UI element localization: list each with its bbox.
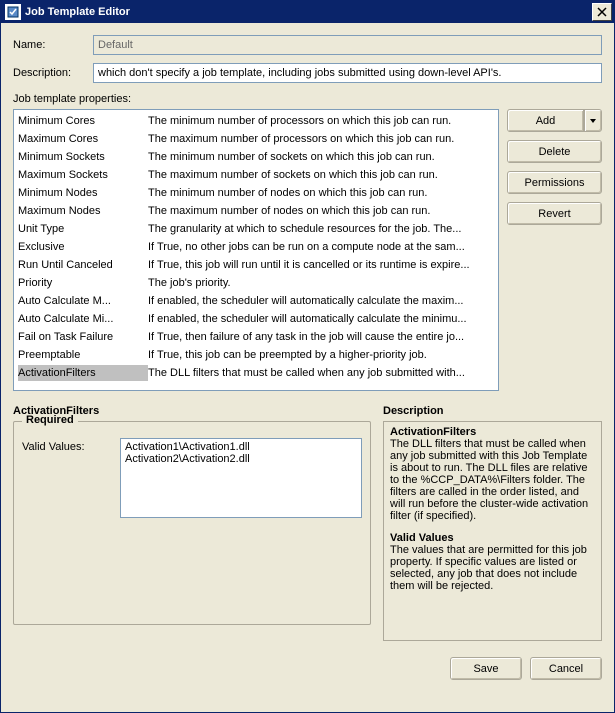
property-row[interactable]: Auto Calculate M...If enabled, the sched… <box>16 292 496 310</box>
save-button[interactable]: Save <box>450 657 522 680</box>
property-name: Maximum Sockets <box>18 167 148 183</box>
delete-button[interactable]: Delete <box>507 140 602 163</box>
property-row[interactable]: Run Until CanceledIf True, this job will… <box>16 256 496 274</box>
add-dropdown[interactable] <box>584 109 602 132</box>
property-desc: The minimum number of sockets on which t… <box>148 149 494 165</box>
property-desc: If True, this job will run until it is c… <box>148 257 494 273</box>
property-desc: The job's priority. <box>148 275 494 291</box>
property-desc: If True, no other jobs can be run on a c… <box>148 239 494 255</box>
property-row[interactable]: Minimum NodesThe minimum number of nodes… <box>16 184 496 202</box>
cancel-button[interactable]: Cancel <box>530 657 602 680</box>
property-name: Minimum Sockets <box>18 149 148 165</box>
property-row[interactable]: Maximum NodesThe maximum number of nodes… <box>16 202 496 220</box>
description-input[interactable] <box>93 63 602 83</box>
property-row[interactable]: PriorityThe job's priority. <box>16 274 496 292</box>
property-desc: The minimum number of nodes on which thi… <box>148 185 494 201</box>
add-button-split[interactable]: Add <box>507 109 602 132</box>
valid-values-input[interactable] <box>120 438 362 518</box>
property-desc: The minimum number of processors on whic… <box>148 113 494 129</box>
properties-label: Job template properties: <box>13 93 602 105</box>
add-button[interactable]: Add <box>507 109 584 132</box>
property-name: Priority <box>18 275 148 291</box>
property-name: Auto Calculate Mi... <box>18 311 148 327</box>
property-name: ActivationFilters <box>18 365 148 381</box>
title-bar: Job Template Editor <box>1 1 614 23</box>
property-row[interactable]: Maximum SocketsThe maximum number of soc… <box>16 166 496 184</box>
property-name: Unit Type <box>18 221 148 237</box>
property-desc: If True, then failure of any task in the… <box>148 329 494 345</box>
permissions-button[interactable]: Permissions <box>507 171 602 194</box>
property-name: Auto Calculate M... <box>18 293 148 309</box>
name-input[interactable] <box>93 35 602 55</box>
property-row[interactable]: ExclusiveIf True, no other jobs can be r… <box>16 238 496 256</box>
name-label: Name: <box>13 39 93 51</box>
property-desc: If enabled, the scheduler will automatic… <box>148 293 494 309</box>
property-name: Preemptable <box>18 347 148 363</box>
properties-list[interactable]: Minimum CoresThe minimum number of proce… <box>13 109 499 391</box>
property-name: Maximum Cores <box>18 131 148 147</box>
revert-button[interactable]: Revert <box>507 202 602 225</box>
description-heading: Description <box>383 405 602 417</box>
property-desc: If True, this job can be preempted by a … <box>148 347 494 363</box>
property-row[interactable]: Fail on Task FailureIf True, then failur… <box>16 328 496 346</box>
chevron-down-icon <box>590 119 596 123</box>
description-label: Description: <box>13 67 93 79</box>
required-group: Required Valid Values: <box>13 421 371 625</box>
property-name: Exclusive <box>18 239 148 255</box>
property-name: Minimum Cores <box>18 113 148 129</box>
property-row[interactable]: Auto Calculate Mi...If enabled, the sche… <box>16 310 496 328</box>
desc-title-1: ActivationFilters <box>390 426 476 438</box>
valid-values-label: Valid Values: <box>22 438 112 453</box>
property-row[interactable]: Minimum SocketsThe minimum number of soc… <box>16 148 496 166</box>
property-row[interactable]: PreemptableIf True, this job can be pree… <box>16 346 496 364</box>
property-row[interactable]: ActivationFiltersThe DLL filters that mu… <box>16 364 496 382</box>
desc-title-2: Valid Values <box>390 532 454 544</box>
property-row[interactable]: Maximum CoresThe maximum number of proce… <box>16 130 496 148</box>
app-icon <box>5 4 21 20</box>
property-name: Maximum Nodes <box>18 203 148 219</box>
desc-body-2: The values that are permitted for this j… <box>390 544 587 592</box>
property-name: Minimum Nodes <box>18 185 148 201</box>
property-desc: The maximum number of sockets on which t… <box>148 167 494 183</box>
window-title: Job Template Editor <box>25 6 592 18</box>
required-legend: Required <box>22 414 78 426</box>
property-name: Run Until Canceled <box>18 257 148 273</box>
property-desc: The DLL filters that must be called when… <box>148 365 494 381</box>
description-box: ActivationFilters The DLL filters that m… <box>383 421 602 641</box>
property-name: Fail on Task Failure <box>18 329 148 345</box>
property-desc: The maximum number of nodes on which thi… <box>148 203 494 219</box>
close-button[interactable] <box>592 3 612 21</box>
property-desc: The maximum number of processors on whic… <box>148 131 494 147</box>
desc-body-1: The DLL filters that must be called when… <box>390 438 588 522</box>
property-row[interactable]: Unit TypeThe granularity at which to sch… <box>16 220 496 238</box>
property-row[interactable]: Minimum CoresThe minimum number of proce… <box>16 112 496 130</box>
property-desc: The granularity at which to schedule res… <box>148 221 494 237</box>
property-desc: If enabled, the scheduler will automatic… <box>148 311 494 327</box>
